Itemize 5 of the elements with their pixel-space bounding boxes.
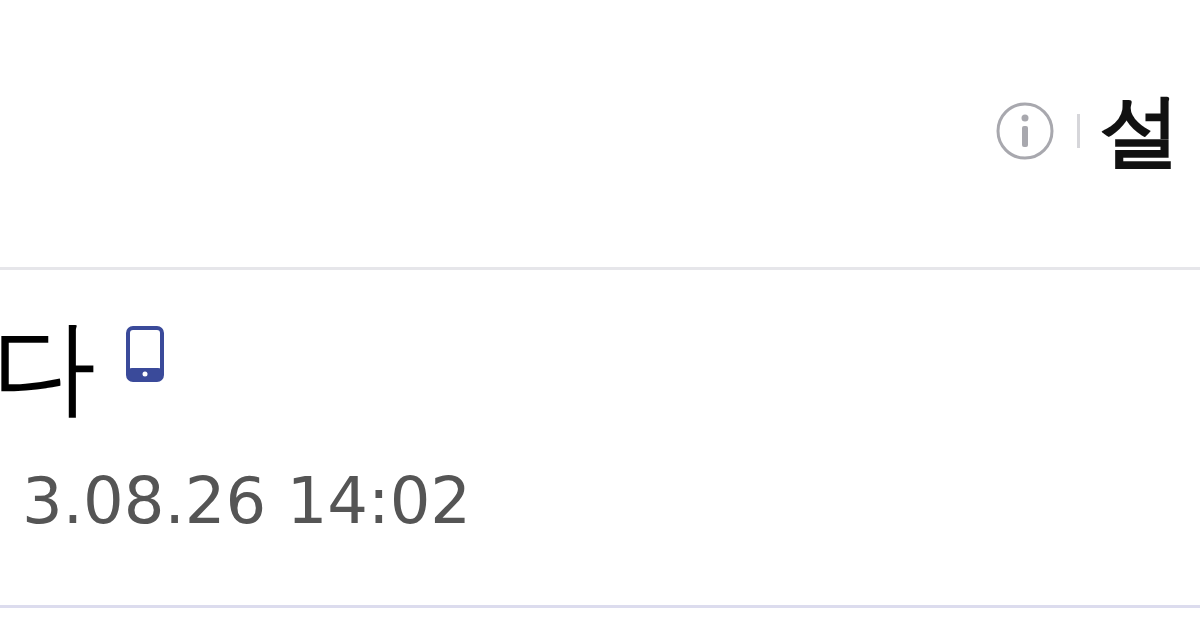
post-title: 다 xyxy=(0,310,96,425)
page-title: 설 xyxy=(1100,90,1181,171)
info-icon[interactable] xyxy=(995,100,1055,161)
phone-icon xyxy=(126,326,164,382)
post-date: 3.08.26 14:02 xyxy=(22,466,473,537)
